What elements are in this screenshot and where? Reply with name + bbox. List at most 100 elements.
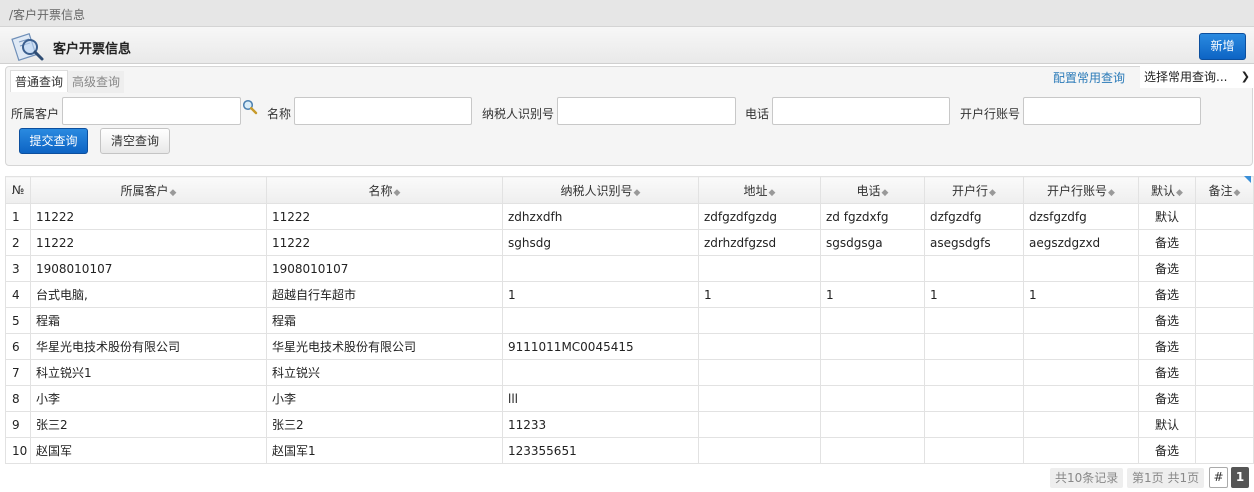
cell-default: 备选	[1138, 333, 1196, 360]
table-row[interactable]: 2 11222 11222 sghsdg zdrhzdfgzsd sgsdgsga aseg…	[5, 229, 1254, 256]
cell-phone	[820, 437, 925, 464]
table-row[interactable]: 5 程霜 程霜 备选	[5, 307, 1254, 334]
table-row[interactable]: 6 华星光电技术股份有限公司 华星光电技术股份有限公司 9111011MC004541…	[5, 333, 1254, 360]
column-header-default[interactable]: 默认◆	[1138, 176, 1196, 204]
sort-icon[interactable]: ◆	[170, 188, 177, 198]
clear-query-button[interactable]: 清空查询	[100, 128, 170, 154]
column-header-phone[interactable]: 电话◆	[820, 176, 925, 204]
column-header-name[interactable]: 名称◆	[266, 176, 503, 204]
row-index: 9	[5, 411, 31, 438]
row-index: 4	[5, 281, 31, 308]
config-query-link[interactable]: 配置常用查询	[1053, 69, 1125, 86]
cell-bank	[924, 333, 1024, 360]
cell-default: 备选	[1138, 385, 1196, 412]
cell-bank	[924, 307, 1024, 334]
sort-icon[interactable]: ◆	[882, 188, 889, 198]
sort-icon[interactable]: ◆	[769, 188, 776, 198]
cell-remark	[1195, 359, 1254, 386]
cell-address: zdfgzdfgzdg	[698, 203, 821, 230]
add-button[interactable]: 新增	[1199, 33, 1246, 60]
cell-bank: 1	[924, 281, 1024, 308]
cell-remark	[1195, 411, 1254, 438]
cell-tax-id: 1	[502, 281, 699, 308]
cell-remark	[1195, 333, 1254, 360]
sort-icon[interactable]: ◆	[1176, 188, 1183, 198]
search-icon[interactable]	[242, 99, 258, 115]
pager-pages: 第1页 共1页	[1127, 468, 1205, 488]
cell-default: 备选	[1138, 307, 1196, 334]
table-row[interactable]: 10 赵国军 赵国军1 123355651 备选	[5, 437, 1254, 464]
cell-remark	[1195, 203, 1254, 230]
preset-query-select[interactable]: 选择常用查询... ❯	[1140, 66, 1254, 88]
table-row[interactable]: 4 台式电脑, 超越自行车超市 1 1 1 1 1 备选	[5, 281, 1254, 308]
bank-account-input[interactable]	[1023, 97, 1201, 125]
sort-icon[interactable]: ◆	[394, 188, 401, 198]
sort-icon[interactable]: ◆	[989, 188, 996, 198]
cell-bank-account	[1023, 307, 1139, 334]
cell-address	[698, 385, 821, 412]
phone-input[interactable]	[772, 97, 950, 125]
cell-bank	[924, 359, 1024, 386]
cell-bank-account: 1	[1023, 281, 1139, 308]
sort-icon[interactable]: ◆	[1108, 188, 1115, 198]
cell-address	[698, 359, 821, 386]
name-input[interactable]	[294, 97, 472, 125]
page-header: 客户开票信息 新增	[0, 27, 1254, 64]
cell-phone	[820, 411, 925, 438]
row-index: 10	[5, 437, 31, 464]
cell-customer: 华星光电技术股份有限公司	[30, 333, 267, 360]
row-index: 8	[5, 385, 31, 412]
submit-query-button[interactable]: 提交查询	[19, 128, 88, 154]
cell-name: 小李	[266, 385, 503, 412]
customer-input[interactable]	[62, 97, 241, 125]
cell-tax-id: 9111011MC0045415	[502, 333, 699, 360]
cell-address: zdrhzdfgzsd	[698, 229, 821, 256]
cell-name: 11222	[266, 229, 503, 256]
row-index: 6	[5, 333, 31, 360]
table-row[interactable]: 7 科立锐兴1 科立锐兴 备选	[5, 359, 1254, 386]
table-row[interactable]: 3 1908010107 1908010107 备选	[5, 255, 1254, 282]
table-row[interactable]: 9 张三2 张三2 11233 默认	[5, 411, 1254, 438]
cell-customer: 赵国军	[30, 437, 267, 464]
cell-bank	[924, 437, 1024, 464]
cell-phone	[820, 307, 925, 334]
table-row[interactable]: 1 11222 11222 zdhzxdfh zdfgzdfgzdg zd fgzdxfg…	[5, 203, 1254, 230]
column-header-tax-id[interactable]: 纳税人识别号◆	[502, 176, 699, 204]
cell-name: 赵国军1	[266, 437, 503, 464]
cell-customer: 张三2	[30, 411, 267, 438]
customer-label: 所属客户	[11, 107, 60, 121]
table-row[interactable]: 8 小李 小李 lll 备选	[5, 385, 1254, 412]
cell-address: 1	[698, 281, 821, 308]
cell-bank-account: dzsfgzdfg	[1023, 203, 1139, 230]
cell-bank-account	[1023, 385, 1139, 412]
cell-customer: 11222	[30, 203, 267, 230]
sort-icon[interactable]: ◆	[634, 188, 641, 198]
cell-bank: dzfgzdfg	[924, 203, 1024, 230]
cell-default: 备选	[1138, 281, 1196, 308]
cell-name: 1908010107	[266, 255, 503, 282]
cell-bank-account	[1023, 333, 1139, 360]
column-header-customer[interactable]: 所属客户◆	[30, 176, 267, 204]
tab-advanced-query[interactable]: 高级查询	[68, 71, 125, 93]
document-search-icon	[11, 33, 44, 61]
phone-label: 电话	[745, 107, 770, 121]
cell-phone	[820, 333, 925, 360]
column-header-address[interactable]: 地址◆	[698, 176, 821, 204]
sort-icon[interactable]: ◆	[1234, 188, 1241, 198]
page-current-button[interactable]: 1	[1231, 467, 1249, 488]
tab-basic-query[interactable]: 普通查询	[10, 70, 69, 92]
cell-bank	[924, 385, 1024, 412]
cell-bank-account	[1023, 359, 1139, 386]
cell-remark	[1195, 229, 1254, 256]
tax-id-input[interactable]	[557, 97, 736, 125]
column-menu-icon[interactable]	[1244, 176, 1251, 183]
column-header-bank-account[interactable]: 开户行账号◆	[1023, 176, 1139, 204]
cell-phone: zd fgzdxfg	[820, 203, 925, 230]
breadcrumb-current[interactable]: 客户开票信息	[13, 8, 85, 22]
cell-address	[698, 333, 821, 360]
cell-remark	[1195, 255, 1254, 282]
breadcrumb: /客户开票信息	[0, 0, 1254, 27]
column-header-bank[interactable]: 开户行◆	[924, 176, 1024, 204]
cell-customer: 科立锐兴1	[30, 359, 267, 386]
page-jump-input[interactable]: #	[1209, 467, 1228, 488]
